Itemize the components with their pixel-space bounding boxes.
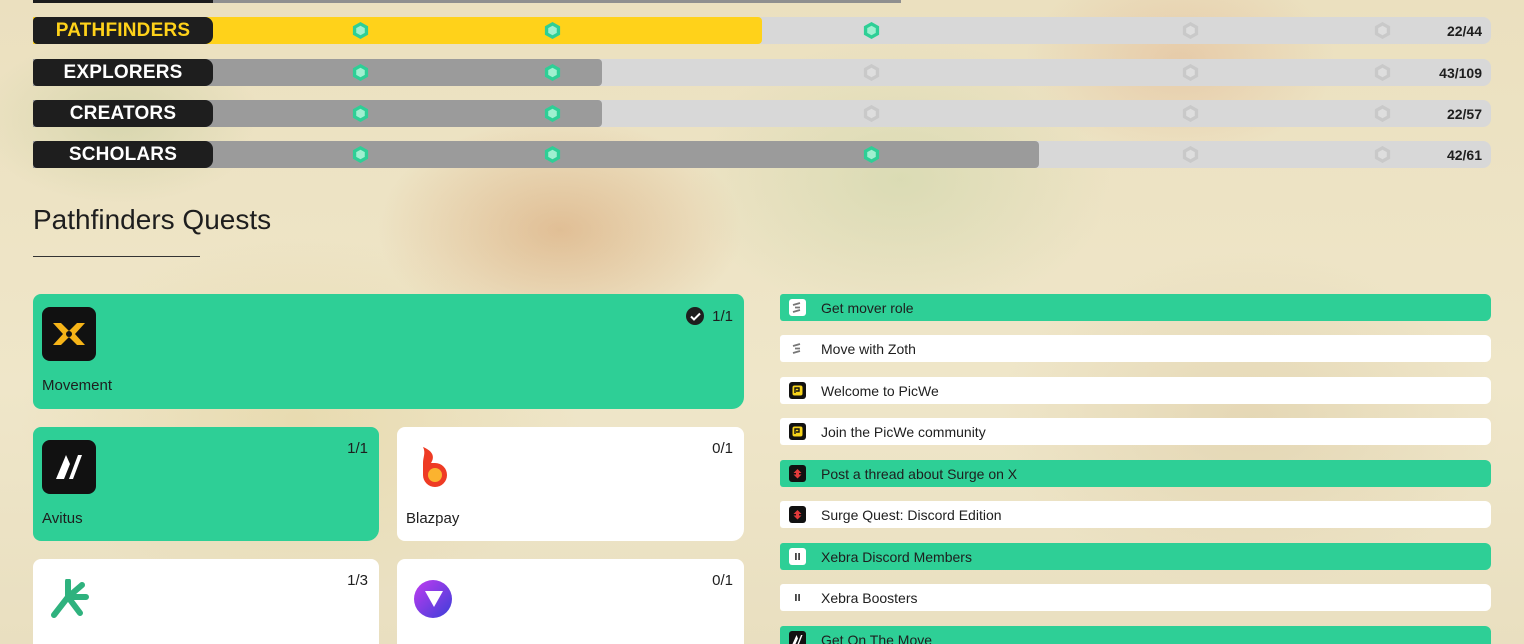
tier-name: SCHOLARS — [33, 141, 213, 168]
card-progress: 0/1 — [712, 440, 733, 457]
avitus-icon — [789, 631, 806, 644]
milestone-gem-icon — [544, 63, 561, 82]
quest-label: Welcome to PicWe — [821, 382, 939, 399]
tier-name: PATHFINDERS — [33, 17, 213, 44]
quest-label: Xebra Discord Members — [821, 548, 972, 565]
tier-count: 42/61 — [1446, 146, 1482, 163]
quest-label: Join the PicWe community — [821, 423, 986, 440]
tier-name: CREATORS — [33, 100, 213, 127]
milestone-gem-icon — [352, 21, 369, 40]
card-progress: 1/1 — [347, 440, 368, 457]
milestone-gem-icon — [352, 104, 369, 123]
card-progress: 1/1 — [686, 307, 733, 325]
milestone-gem-icon — [352, 145, 369, 164]
zoth-icon — [789, 299, 806, 316]
card-movement[interactable]: 1/1 Movement — [33, 294, 744, 409]
tier-bar-explorers[interactable]: EXPLORERS 43/109 — [33, 59, 1491, 86]
milestone-gem-icon — [544, 145, 561, 164]
movement-logo-icon — [42, 307, 96, 361]
milestone-gem-icon — [1182, 63, 1199, 82]
quest-item[interactable]: Post a thread about Surge on X — [780, 460, 1491, 487]
surge-icon — [789, 506, 806, 523]
tier-name: EXPLORERS — [33, 59, 213, 86]
milestone-gem-icon — [1182, 104, 1199, 123]
xebra-icon — [789, 548, 806, 565]
picwe-icon — [789, 382, 806, 399]
quest-item[interactable]: Get mover role — [780, 294, 1491, 321]
avitus-logo-icon — [42, 440, 96, 494]
tier-bar-creators[interactable]: CREATORS 22/57 — [33, 100, 1491, 127]
card-progress-text: 0/1 — [712, 440, 733, 457]
check-circle-icon — [686, 307, 705, 325]
purple-play-logo-icon — [406, 572, 460, 626]
milestone-gem-icon — [863, 63, 880, 82]
tier-bar-scholars[interactable]: SCHOLARS 42/61 — [33, 141, 1491, 168]
quest-label: Xebra Boosters — [821, 589, 918, 606]
title-underline — [33, 256, 200, 257]
card-name: Blazpay — [406, 510, 460, 527]
quest-label: Post a thread about Surge on X — [821, 465, 1018, 482]
milestone-gem-icon — [1374, 21, 1391, 40]
tier-count: 22/57 — [1446, 105, 1482, 122]
card-green-star[interactable]: 1/3 — [33, 559, 379, 644]
card-progress-text: 1/1 — [347, 440, 368, 457]
card-progress-text: 1/3 — [347, 572, 368, 589]
picwe-icon — [789, 423, 806, 440]
card-name: Movement — [42, 377, 113, 394]
card-progress-text: 1/1 — [712, 307, 733, 325]
section-title: Pathfinders Quests — [33, 204, 272, 235]
tier-bar-pathfinders[interactable]: PATHFINDERS 22/44 — [33, 17, 1491, 44]
milestone-gem-icon — [863, 104, 880, 123]
card-avitus[interactable]: 1/1 Avitus — [33, 427, 379, 541]
quest-item[interactable]: Move with Zoth — [780, 335, 1491, 362]
milestone-gem-icon — [863, 21, 880, 40]
quest-item[interactable]: Xebra Discord Members — [780, 543, 1491, 570]
card-blazpay[interactable]: 0/1 Blazpay — [397, 427, 744, 541]
green-star-logo-icon — [42, 572, 96, 626]
quest-label: Surge Quest: Discord Edition — [821, 506, 1002, 523]
milestone-gem-icon — [863, 145, 880, 164]
card-progress-text: 0/1 — [712, 572, 733, 589]
milestone-gem-icon — [1182, 21, 1199, 40]
quest-item[interactable]: Welcome to PicWe — [780, 377, 1491, 404]
card-purple-play[interactable]: 0/1 — [397, 559, 744, 644]
milestone-gem-icon — [1182, 145, 1199, 164]
milestone-gem-icon — [1374, 63, 1391, 82]
quest-label: Get mover role — [821, 299, 914, 316]
card-name: Avitus — [42, 510, 83, 527]
milestone-gem-icon — [544, 104, 561, 123]
quest-item[interactable]: Surge Quest: Discord Edition — [780, 501, 1491, 528]
card-progress: 1/3 — [347, 572, 368, 589]
milestone-gem-icon — [1374, 145, 1391, 164]
quest-item[interactable]: Join the PicWe community — [780, 418, 1491, 445]
milestone-gem-icon — [544, 21, 561, 40]
tier-count: 43/109 — [1439, 64, 1482, 81]
tier-count: 22/44 — [1446, 22, 1482, 39]
surge-icon — [789, 465, 806, 482]
quest-item[interactable]: Xebra Boosters — [780, 584, 1491, 611]
milestone-gem-icon — [352, 63, 369, 82]
quest-item[interactable]: Get On The Move — [780, 626, 1491, 644]
quest-label: Move with Zoth — [821, 340, 916, 357]
quest-label: Get On The Move — [821, 631, 933, 644]
previous-progress-track — [33, 0, 901, 3]
xebra-icon — [789, 589, 806, 606]
milestone-gem-icon — [1374, 104, 1391, 123]
card-progress: 0/1 — [712, 572, 733, 589]
zoth-icon — [789, 340, 806, 357]
blazpay-logo-icon — [406, 440, 460, 494]
